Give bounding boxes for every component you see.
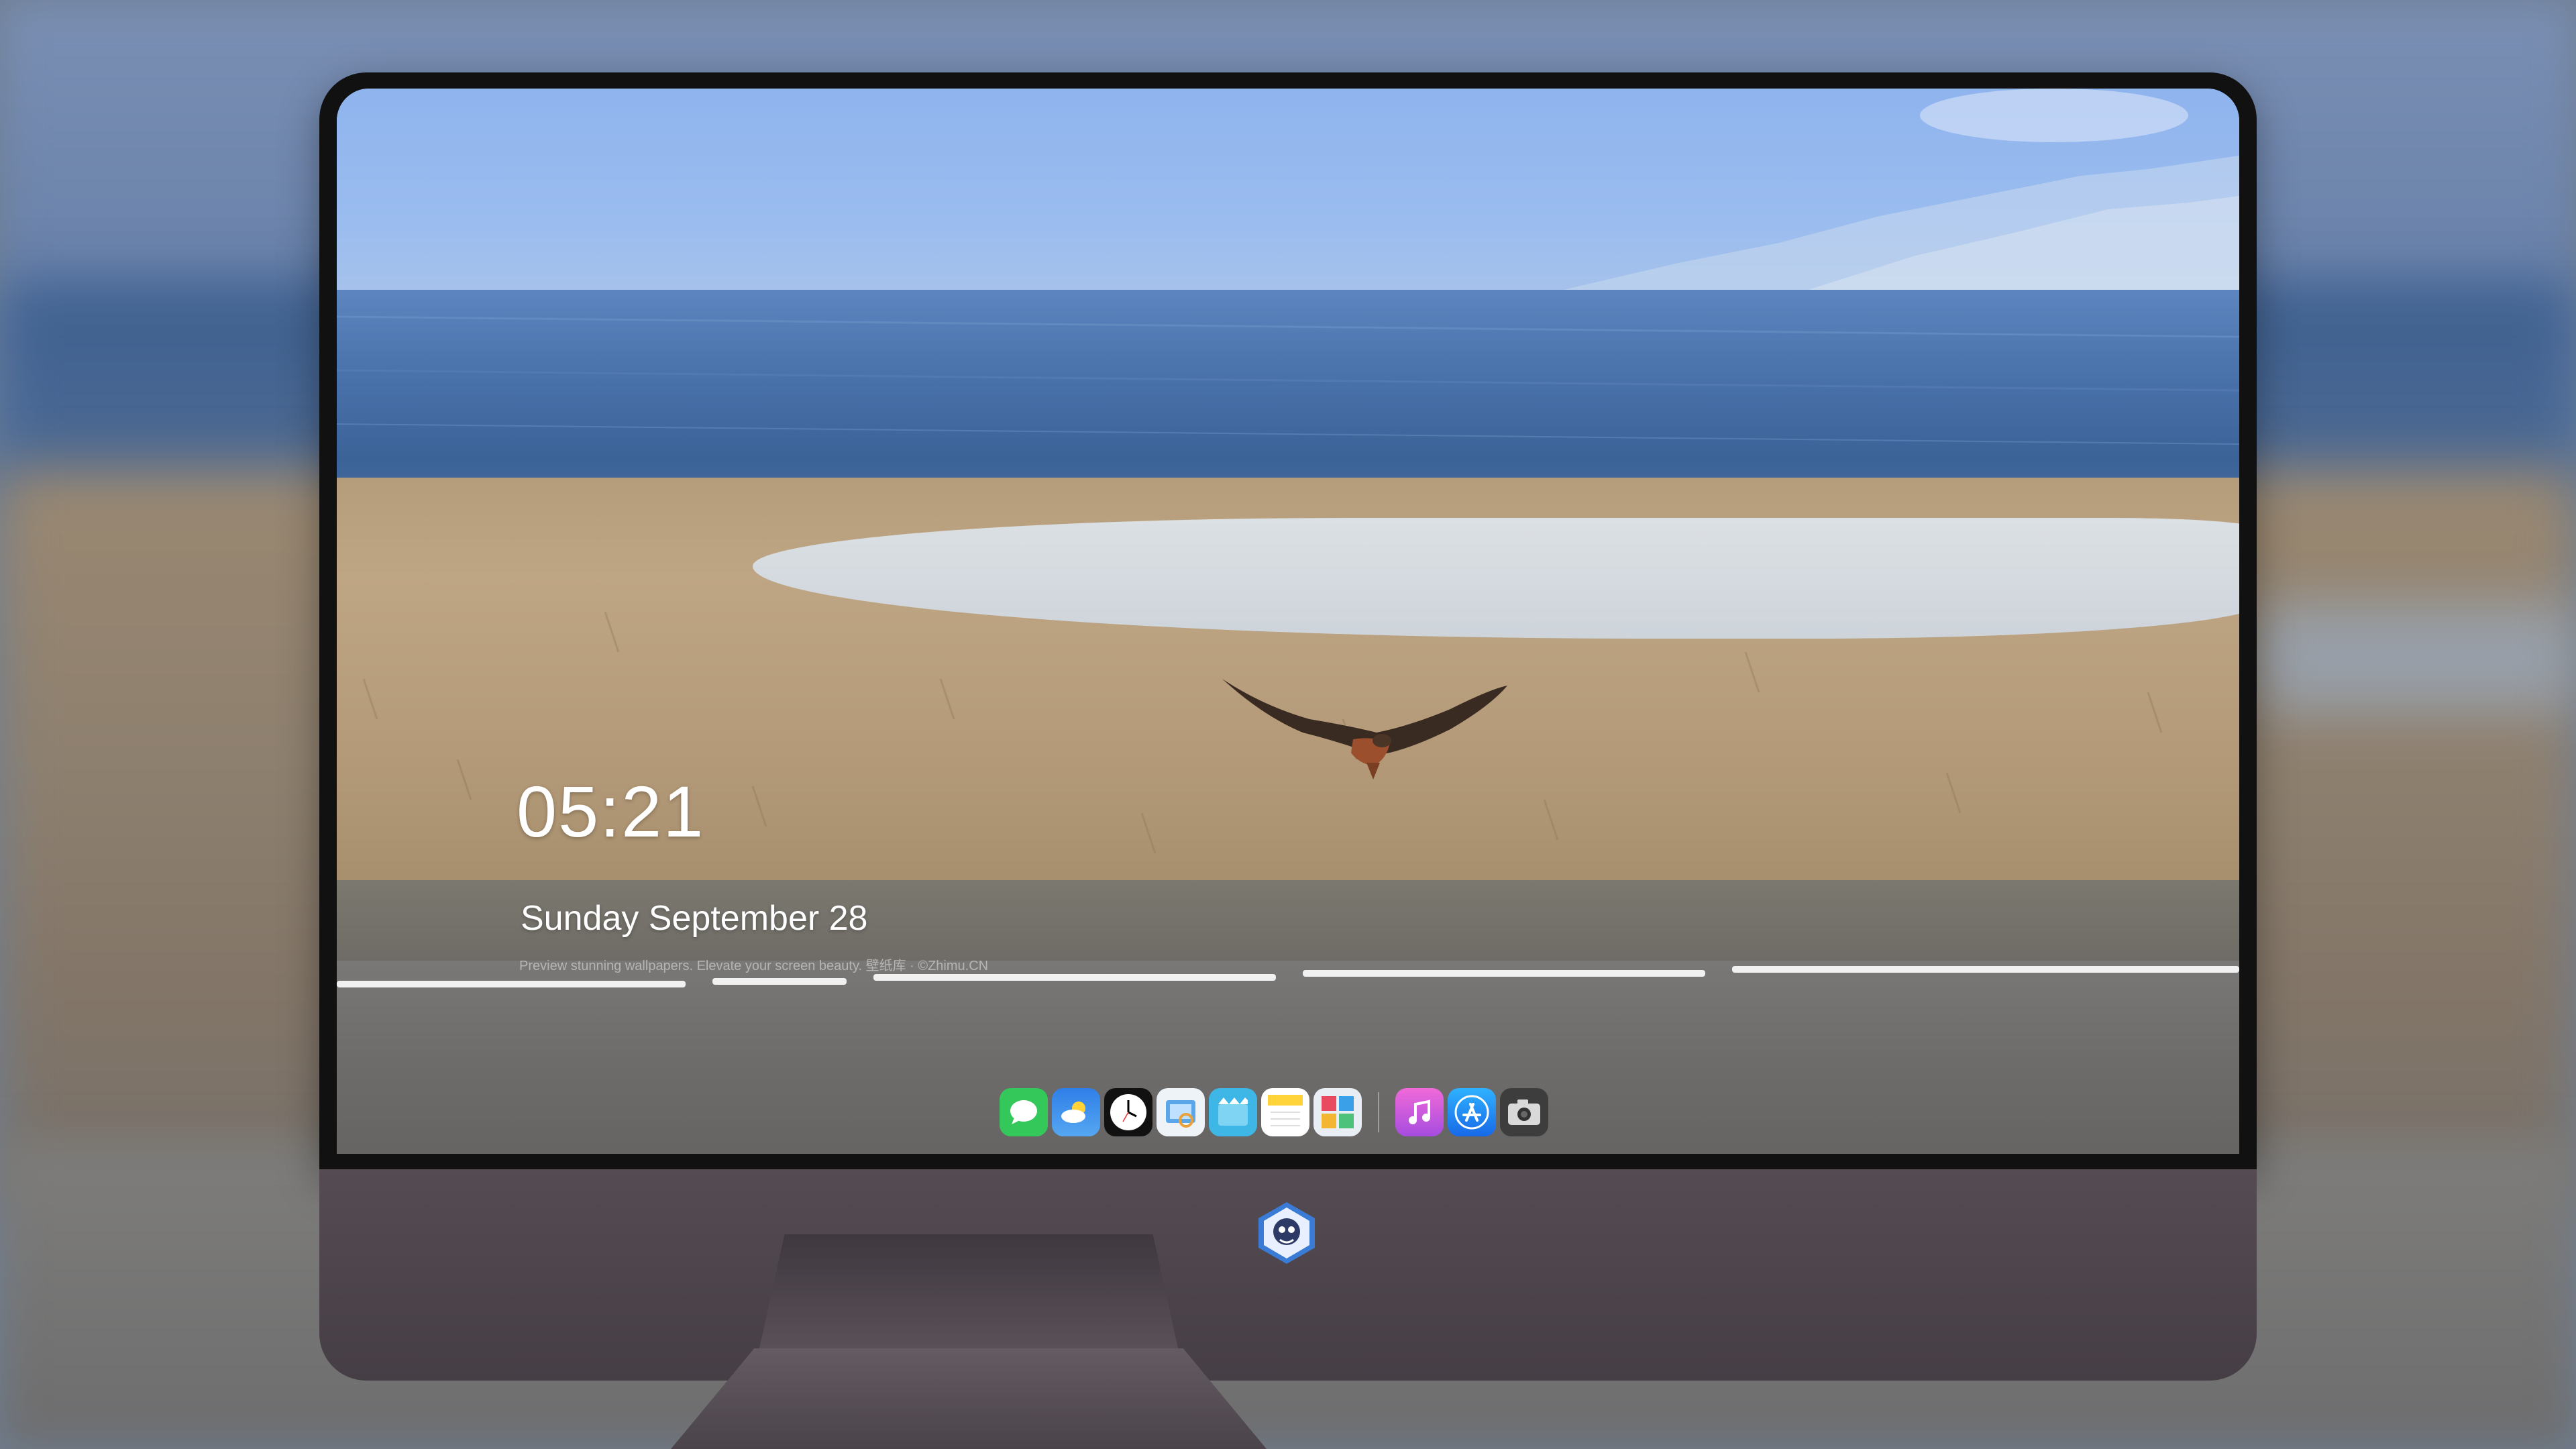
dock-separator: [1378, 1092, 1379, 1132]
camera-icon[interactable]: [1500, 1088, 1548, 1136]
clock-icon[interactable]: [1104, 1088, 1152, 1136]
weather-icon[interactable]: [1052, 1088, 1100, 1136]
photobooth-icon[interactable]: [1313, 1088, 1362, 1136]
app-dock: [990, 1081, 1602, 1143]
brand-logo-icon: [1258, 1202, 1315, 1264]
lock-screen-date: Sunday September 28: [521, 899, 868, 938]
lock-screen-time: 05:21: [517, 771, 705, 852]
lock-screen: 05:21 Sunday September 28 Preview stunni…: [337, 89, 2239, 1154]
appstore-icon[interactable]: [1448, 1088, 1496, 1136]
wallpaper-credit: Preview stunning wallpapers. Elevate you…: [519, 959, 989, 973]
preview-icon[interactable]: [1157, 1088, 1205, 1136]
monitor-stand-neck: [759, 1234, 1178, 1348]
itunes-icon[interactable]: [1395, 1088, 1444, 1136]
notes-icon[interactable]: [1261, 1088, 1309, 1136]
messages-icon[interactable]: [1000, 1088, 1048, 1136]
clips-icon[interactable]: [1209, 1088, 1257, 1136]
monitor-stand-base: [671, 1348, 1267, 1449]
wallpaper-sky: [337, 89, 2239, 310]
desktop-monitor: 05:21 Sunday September 28 Preview stunni…: [319, 72, 2257, 1381]
hawk-image: [1222, 679, 1507, 780]
